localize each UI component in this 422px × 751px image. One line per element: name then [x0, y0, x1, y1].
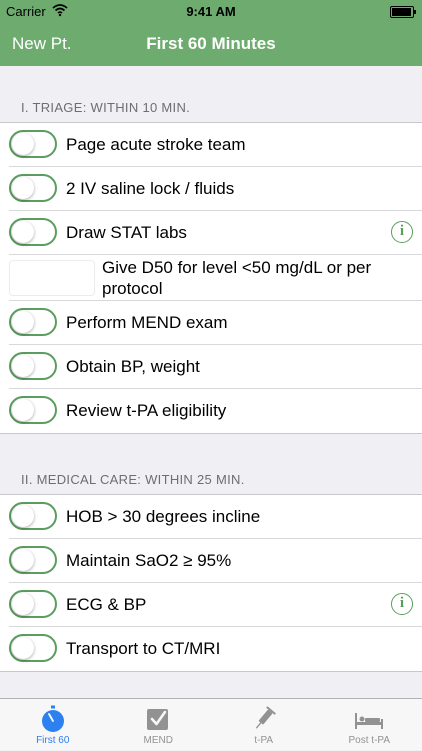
- toggle-knob: [12, 133, 34, 155]
- list-item[interactable]: Review t-PA eligibility: [0, 389, 422, 433]
- item-label: Give D50 for level <50 mg/dL or per prot…: [102, 257, 402, 299]
- toggle-switch[interactable]: [9, 546, 57, 574]
- item-label: 2 IV saline lock / fluids: [66, 179, 234, 199]
- toggle-knob: [12, 549, 34, 571]
- toggle-switch[interactable]: [9, 590, 57, 618]
- list-item[interactable]: Give D50 for level <50 mg/dL or per prot…: [0, 255, 422, 301]
- item-label: Review t-PA eligibility: [66, 401, 226, 421]
- toggle-switch[interactable]: [9, 352, 57, 380]
- tab-t-pa[interactable]: t-PA: [211, 699, 317, 751]
- list-item[interactable]: ECG & BP i: [0, 583, 422, 627]
- list-item[interactable]: 2 IV saline lock / fluids: [0, 167, 422, 211]
- toggle-knob: [12, 593, 34, 615]
- item-label: Transport to CT/MRI: [66, 639, 220, 659]
- clock-time: 9:41 AM: [0, 4, 422, 19]
- list-item[interactable]: Perform MEND exam: [0, 301, 422, 345]
- tab-mend[interactable]: MEND: [106, 699, 212, 751]
- toggle-switch[interactable]: [9, 502, 57, 530]
- list-item[interactable]: Draw STAT labs i: [0, 211, 422, 255]
- item-label: Draw STAT labs: [66, 223, 187, 243]
- list-item[interactable]: HOB > 30 degrees incline: [0, 495, 422, 539]
- section-header-medical-care: II. MEDICAL CARE: WITHIN 25 MIN.: [21, 472, 245, 487]
- info-icon[interactable]: i: [391, 593, 413, 615]
- toggle-switch[interactable]: [9, 308, 57, 336]
- tab-label: t-PA: [211, 735, 317, 746]
- battery-icon: [390, 6, 414, 18]
- toggle-knob: [12, 221, 34, 243]
- list-item[interactable]: Transport to CT/MRI: [0, 627, 422, 671]
- toggle-switch[interactable]: [9, 634, 57, 662]
- toggle-knob: [12, 355, 34, 377]
- tab-bar: First 60 MEND t-PA Post t-PA: [0, 698, 422, 750]
- status-bar: Carrier 9:41 AM: [0, 0, 422, 22]
- toggle-knob: [12, 399, 34, 421]
- battery-fill: [392, 8, 411, 16]
- item-label: HOB > 30 degrees incline: [66, 507, 260, 527]
- toggle-knob: [12, 177, 34, 199]
- list-item[interactable]: Page acute stroke team: [0, 123, 422, 167]
- item-label: Maintain SaO2 ≥ 95%: [66, 551, 231, 571]
- toggle-switch[interactable]: [9, 174, 57, 202]
- list-item[interactable]: Maintain SaO2 ≥ 95%: [0, 539, 422, 583]
- item-label: Perform MEND exam: [66, 313, 228, 333]
- list-item[interactable]: Obtain BP, weight: [0, 345, 422, 389]
- item-label: ECG & BP: [66, 595, 146, 615]
- section-header-triage: I. TRIAGE: WITHIN 10 MIN.: [21, 100, 190, 115]
- section-triage: Page acute stroke team 2 IV saline lock …: [0, 122, 422, 434]
- toggle-switch[interactable]: [9, 218, 57, 246]
- empty-checkbox[interactable]: [9, 260, 95, 296]
- toggle-knob: [12, 637, 34, 659]
- tab-label: First 60: [0, 735, 106, 746]
- hospital-bed-icon: [354, 705, 384, 733]
- tab-first-60[interactable]: First 60: [0, 699, 106, 751]
- toggle-knob: [12, 311, 34, 333]
- stopwatch-icon: [40, 705, 66, 733]
- section-medical-care: HOB > 30 degrees incline Maintain SaO2 ≥…: [0, 494, 422, 672]
- page-title: First 60 Minutes: [0, 34, 422, 54]
- navigation-bar: New Pt. First 60 Minutes: [0, 22, 422, 66]
- item-label: Obtain BP, weight: [66, 357, 200, 377]
- toggle-knob: [12, 505, 34, 527]
- toggle-switch[interactable]: [9, 396, 57, 424]
- toggle-switch[interactable]: [9, 130, 57, 158]
- checklist-icon: [145, 705, 171, 733]
- item-label: Page acute stroke team: [66, 135, 246, 155]
- tab-label: MEND: [106, 735, 212, 746]
- tab-post-t-pa[interactable]: Post t-PA: [317, 699, 422, 751]
- info-icon[interactable]: i: [391, 221, 413, 243]
- syringe-icon: [251, 705, 277, 733]
- checklist-content[interactable]: I. TRIAGE: WITHIN 10 MIN. Page acute str…: [0, 66, 422, 698]
- tab-label: Post t-PA: [317, 735, 422, 746]
